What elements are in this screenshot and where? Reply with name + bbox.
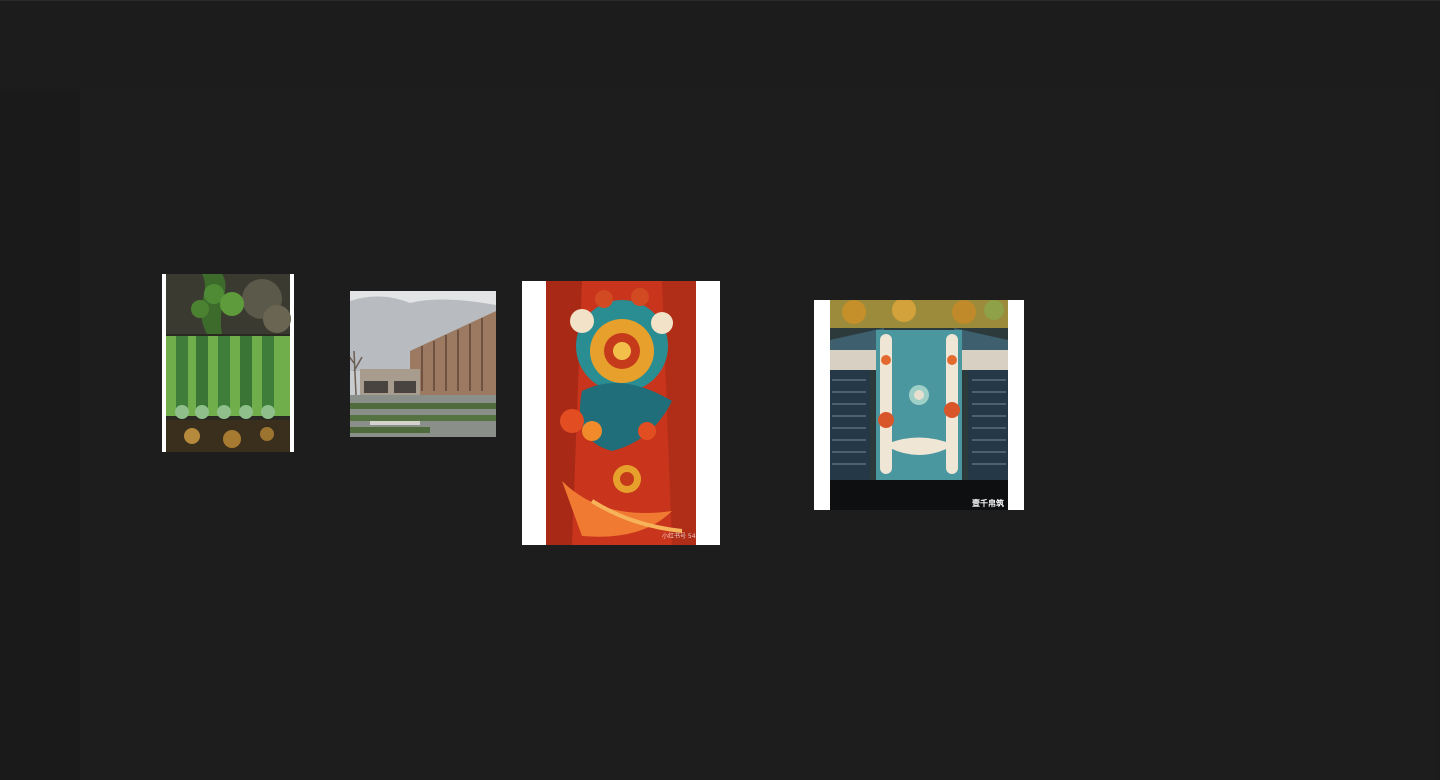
image-card-modern-building[interactable] bbox=[350, 291, 496, 437]
image-card-dragon-art[interactable]: 小红书号 5488 bbox=[522, 281, 720, 545]
modern-building-photo bbox=[350, 291, 496, 437]
top-toolbar-area bbox=[0, 1, 1440, 89]
image-card-courtyard[interactable]: 壹千帛筑 bbox=[814, 300, 1024, 510]
courtyard-aerial-photo bbox=[814, 300, 1024, 510]
image-watermark: 壹千帛筑 bbox=[972, 499, 1004, 508]
image-card-roof-tiles[interactable] bbox=[162, 274, 294, 452]
left-sidebar-area bbox=[0, 89, 80, 780]
image-canvas[interactable]: 小红书号 5488 壹千帛筑 bbox=[80, 89, 1436, 780]
image-watermark: 小红书号 5488 bbox=[662, 533, 704, 540]
dragon-art-image bbox=[522, 281, 720, 545]
roof-tiles-photo bbox=[166, 274, 291, 452]
image-board-window: 小红书号 5488 壹千帛筑 bbox=[0, 0, 1440, 780]
